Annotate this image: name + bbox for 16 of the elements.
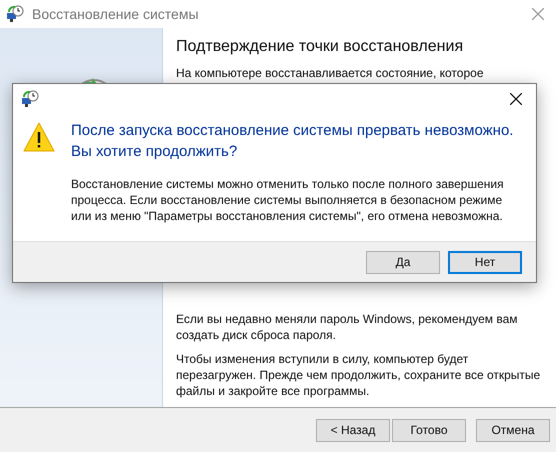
dialog-heading: После запуска восстановление системы прервать невозможно. Вы хотите продолжить?	[71, 121, 514, 162]
dialog-button[interactable]: Да	[366, 250, 440, 274]
dialog-message: Восстановление системы можно отменить только после полного завершения процесса. Если восстановление системы выполняется в безопасном режиме или из меню "Параметры восстановления системы", его отмена невозможна.	[71, 176, 505, 224]
note-text: Если вы недавно меняли пароль Windows, рекомендуем вам создать диск сброса пароля.	[176, 311, 518, 343]
page-heading: Подтверждение точки восстановления	[176, 38, 464, 56]
restore-app-icon	[6, 5, 24, 23]
note-text: Чтобы изменения вступили в силу, компьютер будет перезагружен. Прежде чем продолжить, сохраните все открытые файлы и закройте все программы.	[176, 351, 542, 399]
wizard-button[interactable]: Отмена	[476, 418, 550, 442]
wizard-button[interactable]: Готово	[392, 418, 466, 442]
close-icon[interactable]	[510, 93, 522, 105]
warning-icon	[23, 122, 55, 152]
restore-app-icon	[21, 90, 39, 108]
window-title: Восстановление системы	[32, 6, 199, 22]
wizard-button[interactable]: < Назад	[316, 418, 390, 442]
dialog-button[interactable]: Нет	[448, 250, 522, 274]
intro-text: На компьютере восстанавливается состояние, которое	[176, 66, 484, 80]
